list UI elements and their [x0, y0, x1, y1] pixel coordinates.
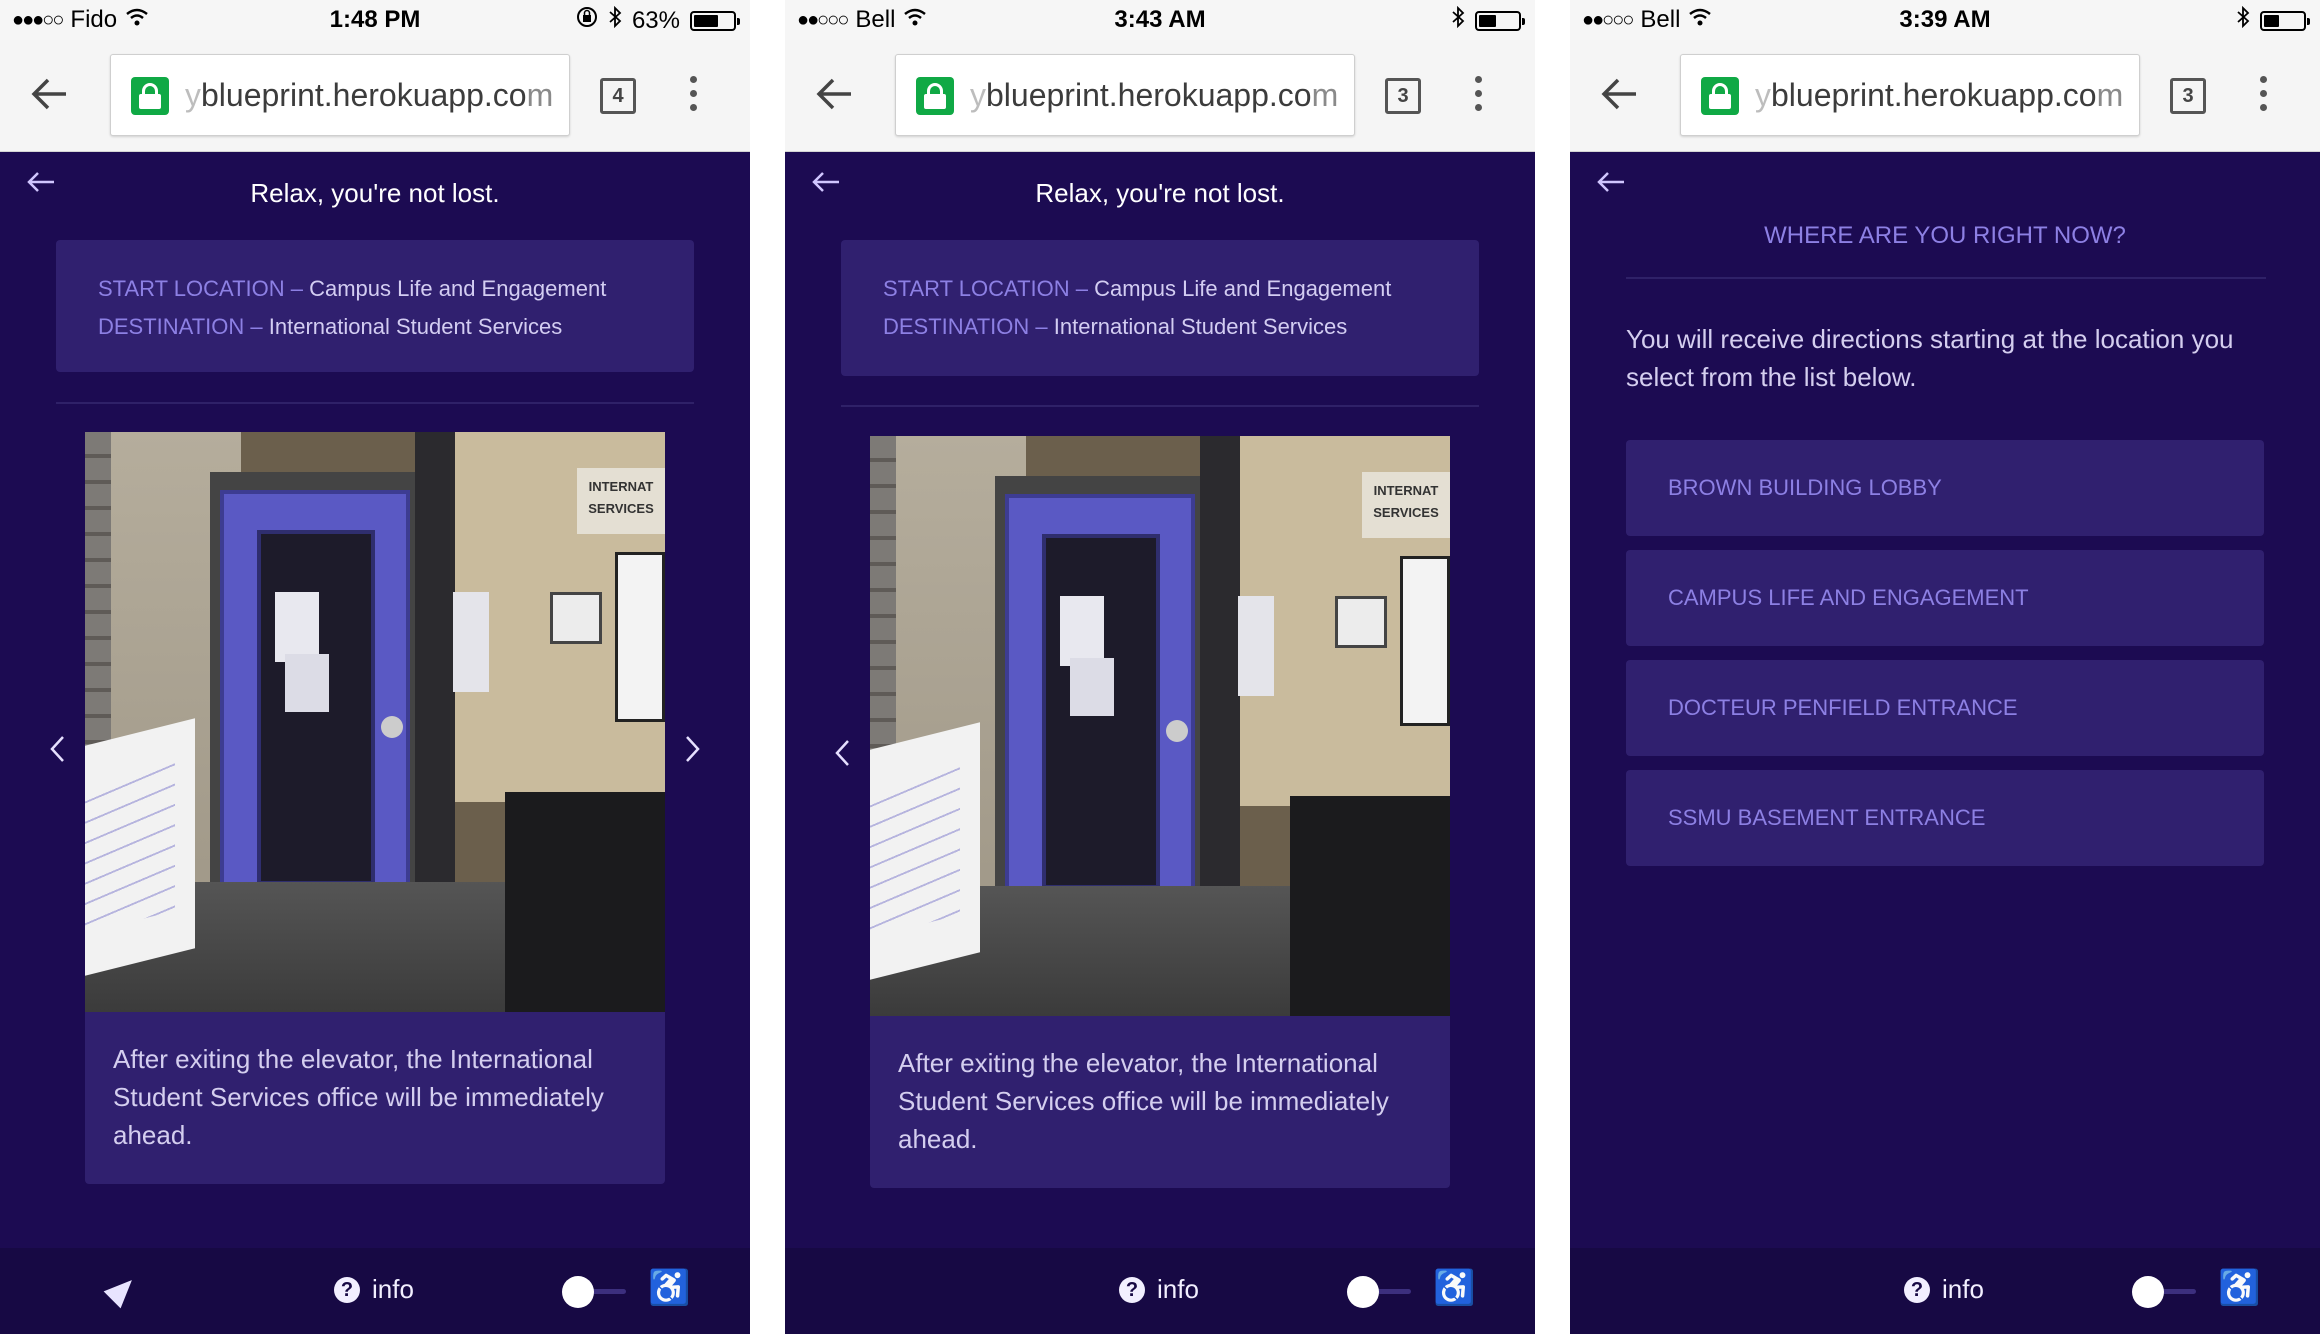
- start-location-row: START LOCATION – Campus Life and Engagem…: [883, 276, 1392, 301]
- secure-lock-icon: [131, 77, 169, 115]
- photo-sign: INTERNAT SERVICES: [1362, 472, 1450, 538]
- kebab-menu-icon[interactable]: [2258, 76, 2268, 116]
- browser-toolbar: yblueprint.herokuapp.com 3: [1570, 40, 2320, 152]
- browser-back-icon[interactable]: [815, 74, 865, 118]
- battery-icon: [1475, 10, 1525, 31]
- direction-caption: After exiting the elevator, the Internat…: [85, 1012, 665, 1184]
- url-text: yblueprint.herokuapp.com: [970, 77, 1339, 113]
- location-option[interactable]: SSMU BASEMENT ENTRANCE: [1626, 770, 2264, 866]
- direction-photo: INTERNAT SERVICES: [85, 432, 665, 1012]
- url-bar[interactable]: yblueprint.herokuapp.com: [895, 54, 1355, 136]
- battery-percentage: 63%: [631, 6, 680, 34]
- status-time: 3:43 AM: [1114, 6, 1206, 33]
- route-summary-card: START LOCATION – Campus Life and Engagem…: [56, 240, 694, 372]
- location-arrow-icon[interactable]: [103, 1271, 141, 1309]
- page-title: Relax, you're not lost.: [250, 178, 500, 208]
- accessibility-toggle[interactable]: [562, 1276, 628, 1308]
- question-circle-icon: ?: [334, 1276, 360, 1303]
- back-arrow-icon[interactable]: [1596, 168, 1626, 202]
- start-location-row: START LOCATION – Campus Life and Engagem…: [98, 276, 607, 301]
- destination-row: DESTINATION – International Student Serv…: [883, 314, 1348, 339]
- battery-icon: [2260, 10, 2310, 31]
- question-circle-icon: ?: [1119, 1276, 1145, 1303]
- status-bar: ●●●○○ Fido 1:48 PM 63%: [0, 0, 750, 40]
- accessibility-toggle[interactable]: [1347, 1276, 1413, 1308]
- direction-photo: INTERNAT SERVICES: [870, 436, 1450, 1016]
- bottom-bar: ? info ♿: [785, 1248, 1535, 1334]
- bluetooth-icon: [2236, 5, 2250, 35]
- location-option[interactable]: BROWN BUILDING LOBBY: [1626, 440, 2264, 536]
- destination-row: DESTINATION – International Student Serv…: [98, 314, 563, 339]
- url-text: yblueprint.herokuapp.com: [185, 77, 554, 113]
- info-label: info: [372, 1274, 414, 1304]
- location-prompt-description: You will receive directions starting at …: [1626, 324, 2234, 392]
- kebab-menu-icon[interactable]: [1473, 76, 1483, 116]
- phone-screen-3: ●●○○○ Bell 3:39 AM yblueprint.herokuapp.…: [1570, 0, 2320, 1334]
- status-time: 3:39 AM: [1899, 6, 1991, 33]
- info-label: info: [1942, 1274, 1984, 1304]
- secure-lock-icon: [1701, 77, 1739, 115]
- route-summary-card: START LOCATION – Campus Life and Engagem…: [841, 240, 1479, 376]
- tab-switcher-button[interactable]: 4: [600, 78, 636, 114]
- tab-switcher-button[interactable]: 3: [1385, 78, 1421, 114]
- url-bar[interactable]: yblueprint.herokuapp.com: [1680, 54, 2140, 136]
- bottom-bar: ? info ♿: [0, 1248, 750, 1334]
- status-bar: ●●○○○ Bell 3:39 AM: [1570, 0, 2320, 40]
- wheelchair-icon: ♿: [1433, 1269, 1476, 1307]
- info-label: info: [1157, 1274, 1199, 1304]
- chevron-left-icon[interactable]: [833, 738, 851, 776]
- location-option[interactable]: CAMPUS LIFE AND ENGAGEMENT: [1626, 550, 2264, 646]
- browser-toolbar: yblueprint.herokuapp.com 4: [0, 40, 750, 152]
- direction-caption: After exiting the elevator, the Internat…: [870, 1016, 1450, 1188]
- phone-screen-2: ●●○○○ Bell 3:43 AM yblueprint.herokuapp.…: [785, 0, 1535, 1334]
- bluetooth-icon: [1451, 5, 1465, 35]
- accessibility-toggle[interactable]: [2132, 1276, 2198, 1308]
- location-prompt-heading: WHERE ARE YOU RIGHT NOW?: [1764, 222, 2126, 249]
- orientation-lock-icon: [576, 6, 598, 35]
- battery-icon: [690, 10, 740, 31]
- tab-switcher-button[interactable]: 3: [2170, 78, 2206, 114]
- wheelchair-icon: ♿: [648, 1269, 691, 1307]
- phone-screen-1: ●●●○○ Fido 1:48 PM 63% yblueprint.heroku…: [0, 0, 750, 1334]
- browser-toolbar: yblueprint.herokuapp.com 3: [785, 40, 1535, 152]
- divider: [56, 402, 694, 404]
- chevron-left-icon[interactable]: [48, 734, 66, 772]
- info-button[interactable]: ? info: [1119, 1274, 1199, 1305]
- page-title: Relax, you're not lost.: [1035, 178, 1285, 208]
- kebab-menu-icon[interactable]: [688, 76, 698, 116]
- location-option[interactable]: DOCTEUR PENFIELD ENTRANCE: [1626, 660, 2264, 756]
- info-button[interactable]: ? info: [334, 1274, 414, 1305]
- browser-back-icon[interactable]: [1600, 74, 1650, 118]
- browser-back-icon[interactable]: [30, 74, 80, 118]
- divider: [841, 405, 1479, 407]
- photo-sign: INTERNAT SERVICES: [577, 468, 665, 534]
- divider: [1626, 277, 2266, 279]
- bottom-bar: ? info ♿: [1570, 1248, 2320, 1334]
- question-circle-icon: ?: [1904, 1276, 1930, 1303]
- wheelchair-icon: ♿: [2218, 1269, 2261, 1307]
- url-text: yblueprint.herokuapp.com: [1755, 77, 2124, 113]
- chevron-right-icon[interactable]: [684, 734, 702, 772]
- info-button[interactable]: ? info: [1904, 1274, 1984, 1305]
- url-bar[interactable]: yblueprint.herokuapp.com: [110, 54, 570, 136]
- status-bar: ●●○○○ Bell 3:43 AM: [785, 0, 1535, 40]
- bluetooth-icon: [608, 5, 622, 35]
- secure-lock-icon: [916, 77, 954, 115]
